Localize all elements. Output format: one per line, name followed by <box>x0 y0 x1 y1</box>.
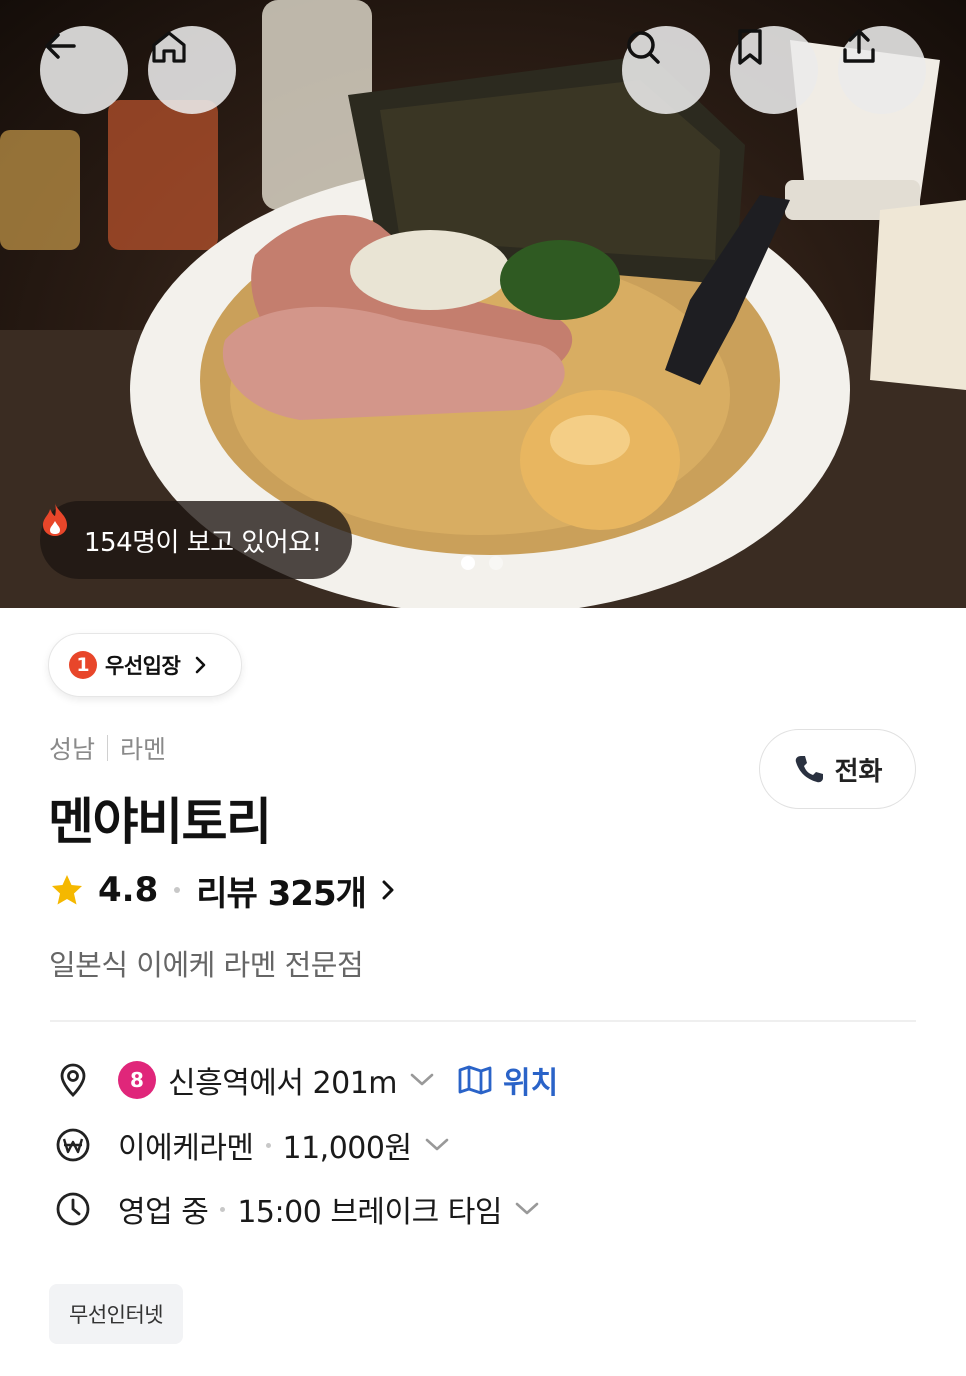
page-title: 멘야비토리 <box>48 793 272 851</box>
amenity-tag-wifi: 무선인터넷 <box>49 1284 184 1344</box>
location-pin-icon <box>54 1061 92 1099</box>
flame-icon <box>43 503 67 536</box>
location-row[interactable]: 8 신흥역에서 201m 위치 <box>54 1055 558 1105</box>
hours-row[interactable]: 영업 중 15:00 브레이크 타임 <box>54 1184 540 1234</box>
star-icon <box>52 875 82 905</box>
photo-pagination <box>461 556 503 570</box>
chevron-right-icon <box>382 880 394 900</box>
priority-entry-chip[interactable]: 1 우선입장 <box>48 633 242 697</box>
divider <box>107 735 109 761</box>
map-icon <box>458 1065 492 1095</box>
back-button[interactable] <box>40 26 128 114</box>
search-button[interactable] <box>622 26 710 114</box>
region-label: 성남 <box>49 735 96 764</box>
chevron-down-icon[interactable] <box>514 1201 540 1217</box>
distance-text: 신흥역에서 201m <box>168 1066 398 1101</box>
share-button[interactable] <box>838 26 926 114</box>
phone-icon <box>795 756 823 783</box>
share-icon <box>843 29 875 63</box>
break-time: 15:00 브레이크 타임 <box>237 1195 502 1230</box>
priority-label: 우선입장 <box>105 654 181 678</box>
breadcrumb: 성남 라멘 <box>49 730 166 766</box>
chevron-down-icon[interactable] <box>409 1072 435 1088</box>
search-icon <box>627 31 660 64</box>
priority-number-badge: 1 <box>69 651 97 679</box>
category-label: 라멘 <box>120 735 167 764</box>
map-link[interactable]: 위치 <box>457 1058 558 1102</box>
viewers-badge: 154명이 보고 있어요! <box>40 501 352 579</box>
separator-dot <box>265 1142 271 1148</box>
chevron-down-icon[interactable] <box>424 1137 450 1153</box>
section-divider <box>50 1020 916 1022</box>
menu-price: 11,000원 <box>282 1131 413 1166</box>
bookmark-button[interactable] <box>730 26 818 114</box>
separator-dot <box>220 1206 226 1212</box>
chevron-right-icon <box>195 656 206 674</box>
rating-row[interactable]: 4.8 리뷰 325개 <box>50 866 396 914</box>
review-count[interactable]: 리뷰 325개 <box>196 866 367 915</box>
hero-photo[interactable]: 154명이 보고 있어요! <box>0 0 966 608</box>
place-description: 일본식 이에케 라멘 전문점 <box>49 948 364 982</box>
map-link-label: 위치 <box>503 1066 559 1101</box>
separator-dot <box>174 887 181 893</box>
price-row[interactable]: 이에케라멘 11,000원 <box>54 1120 450 1170</box>
call-label: 전화 <box>834 756 883 787</box>
page-dot[interactable] <box>489 556 503 570</box>
open-status: 영업 중 <box>118 1195 209 1230</box>
back-arrow-icon <box>45 33 76 59</box>
page-dot-active[interactable] <box>461 556 475 570</box>
subway-line-badge: 8 <box>118 1061 156 1099</box>
won-icon <box>54 1126 92 1164</box>
bookmark-icon <box>738 29 762 65</box>
menu-name: 이에케라멘 <box>118 1131 254 1166</box>
viewers-text: 154명이 보고 있어요! <box>84 527 322 558</box>
clock-icon <box>54 1190 92 1228</box>
rating-score: 4.8 <box>98 870 159 910</box>
call-button[interactable]: 전화 <box>759 729 916 809</box>
home-icon <box>152 31 186 63</box>
home-button[interactable] <box>148 26 236 114</box>
